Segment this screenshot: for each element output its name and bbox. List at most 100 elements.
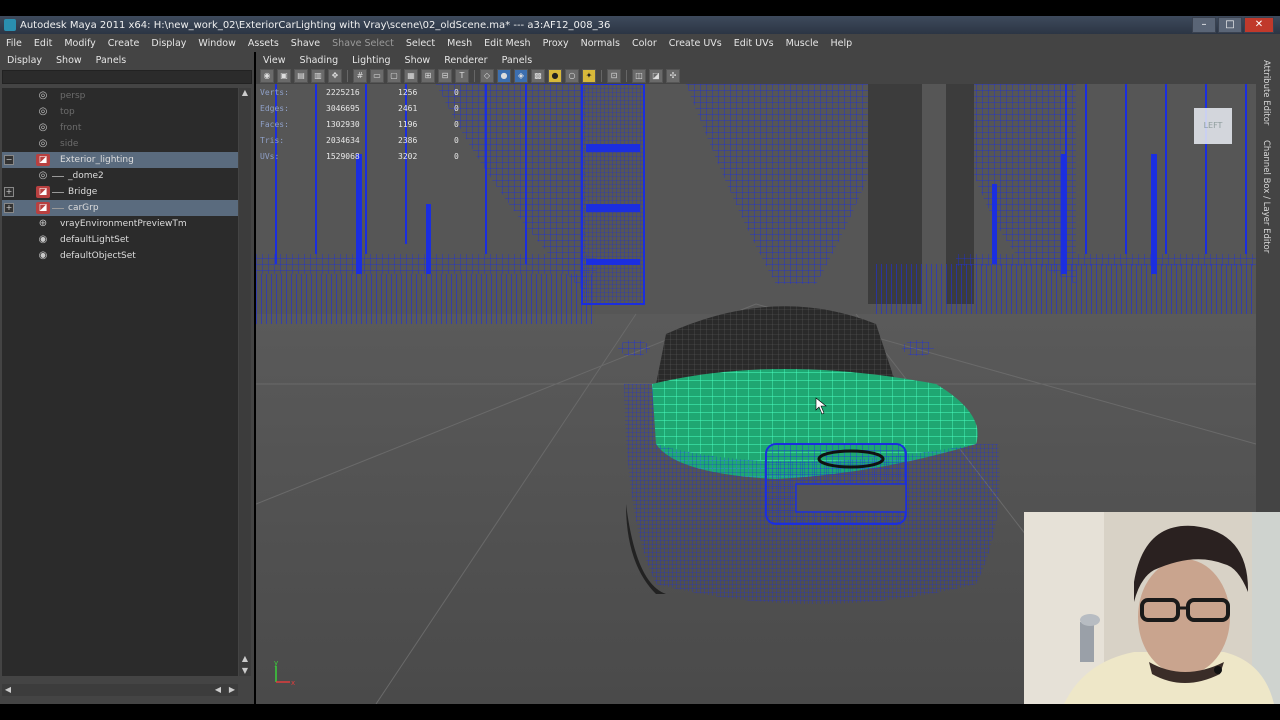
- hud-value: 1302930: [326, 119, 360, 129]
- xray-icon[interactable]: ◫: [632, 69, 646, 83]
- menu-assets[interactable]: Assets: [242, 38, 285, 49]
- image-plane-icon[interactable]: ▥: [311, 69, 325, 83]
- menu-select[interactable]: Select: [400, 38, 441, 49]
- viewport-menu-view[interactable]: View: [256, 55, 293, 66]
- view-cube[interactable]: LEFT: [1194, 108, 1232, 144]
- scroll-right-icon[interactable]: ▶: [226, 684, 238, 696]
- close-button[interactable]: ✕: [1244, 17, 1274, 33]
- viewport-menu-panels[interactable]: Panels: [495, 55, 540, 66]
- webcam-overlay: [1024, 512, 1280, 704]
- grid-icon[interactable]: #: [353, 69, 367, 83]
- menu-edit-mesh[interactable]: Edit Mesh: [478, 38, 536, 49]
- menu-file[interactable]: File: [0, 38, 28, 49]
- scroll-up-icon[interactable]: ▲: [239, 654, 251, 664]
- scroll-left-icon[interactable]: ◀: [212, 684, 224, 696]
- menu-create[interactable]: Create: [102, 38, 146, 49]
- expand-icon[interactable]: +: [4, 187, 14, 197]
- outliner-vertical-scrollbar[interactable]: ▲ ▲ ▼: [239, 88, 251, 676]
- menu-proxy[interactable]: Proxy: [537, 38, 575, 49]
- use-all-lights-icon[interactable]: ●: [548, 69, 562, 83]
- outliner-item[interactable]: ◉ defaultObjectSet: [2, 248, 238, 264]
- scroll-up-icon[interactable]: ▲: [239, 88, 251, 98]
- outliner-horizontal-scrollbar[interactable]: ◀ ◀ ▶: [2, 684, 238, 696]
- menu-edit[interactable]: Edit: [28, 38, 58, 49]
- outliner-item[interactable]: ◎ front: [2, 120, 238, 136]
- outliner-item[interactable]: − ◪ Exterior_lighting: [2, 152, 238, 168]
- attribute-editor-tab[interactable]: Attribute Editor: [1261, 60, 1271, 125]
- safe-title-icon[interactable]: T: [455, 69, 469, 83]
- outliner-item-label: persp: [60, 91, 86, 101]
- menu-normals[interactable]: Normals: [575, 38, 626, 49]
- viewport-menu-renderer[interactable]: Renderer: [437, 55, 494, 66]
- scroll-left-icon[interactable]: ◀: [2, 684, 14, 696]
- select-camera-icon[interactable]: ◉: [260, 69, 274, 83]
- outliner-menu-display[interactable]: Display: [0, 55, 49, 66]
- outliner-item[interactable]: ◎ _dome2: [2, 168, 238, 184]
- menu-edit-uvs[interactable]: Edit UVs: [728, 38, 780, 49]
- hud-label: Faces:: [260, 119, 289, 129]
- outliner-item-label: side: [60, 139, 79, 149]
- viewport-menu-show[interactable]: Show: [398, 55, 438, 66]
- scroll-down-icon[interactable]: ▼: [239, 666, 251, 676]
- safe-action-icon[interactable]: ⊟: [438, 69, 452, 83]
- outliner-item[interactable]: ◎ persp: [2, 88, 238, 104]
- tree-connector: [52, 192, 64, 193]
- viewport-menu-lighting[interactable]: Lighting: [345, 55, 397, 66]
- menu-create-uvs[interactable]: Create UVs: [663, 38, 728, 49]
- outliner-item[interactable]: ◉ defaultLightSet: [2, 232, 238, 248]
- menu-modify[interactable]: Modify: [58, 38, 101, 49]
- railing-left: [256, 274, 596, 324]
- camera-attributes-icon[interactable]: ▣: [277, 69, 291, 83]
- smooth-shade-icon[interactable]: ●: [497, 69, 511, 83]
- menu-muscle[interactable]: Muscle: [780, 38, 825, 49]
- outliner-filter-field[interactable]: [2, 70, 252, 84]
- menu-help[interactable]: Help: [824, 38, 858, 49]
- field-chart-icon[interactable]: ⊞: [421, 69, 435, 83]
- maximize-button[interactable]: □: [1218, 17, 1242, 33]
- outliner-item-label: vrayEnvironmentPreviewTm: [60, 219, 187, 229]
- gate-mask-icon[interactable]: ▦: [404, 69, 418, 83]
- main-menubar: File Edit Modify Create Display Window A…: [0, 34, 1280, 52]
- hud-row: Edges: 3046695 2461 0: [260, 100, 474, 116]
- outliner-item[interactable]: ◎ top: [2, 104, 238, 120]
- channel-box-tab[interactable]: Channel Box / Layer Editor: [1261, 140, 1271, 253]
- isolate-select-icon[interactable]: ⊡: [607, 69, 621, 83]
- high-quality-icon[interactable]: ✣: [666, 69, 680, 83]
- film-gate-icon[interactable]: ▭: [370, 69, 384, 83]
- outliner-menu-show[interactable]: Show: [49, 55, 89, 66]
- window-title: Autodesk Maya 2011 x64: H:\new_work_02\E…: [20, 19, 611, 31]
- letterbox-top: [0, 0, 1280, 16]
- wireframe-icon[interactable]: ◇: [480, 69, 494, 83]
- outliner-menu-panels[interactable]: Panels: [89, 55, 134, 66]
- menu-display[interactable]: Display: [145, 38, 192, 49]
- toolbar-separator: [474, 70, 475, 82]
- textured-icon[interactable]: ▩: [531, 69, 545, 83]
- menu-window[interactable]: Window: [192, 38, 241, 49]
- outliner-item[interactable]: + ◪ Bridge: [2, 184, 238, 200]
- menu-shave-select[interactable]: Shave Select: [326, 38, 400, 49]
- hud-value: 0: [454, 135, 459, 145]
- presenter-video-image: [1024, 512, 1280, 704]
- bookmark-icon[interactable]: ▤: [294, 69, 308, 83]
- outliner-item[interactable]: ◎ side: [2, 136, 238, 152]
- menu-shave[interactable]: Shave: [285, 38, 326, 49]
- backface-culling-icon[interactable]: ◪: [649, 69, 663, 83]
- toolbar-separator: [601, 70, 602, 82]
- wireframe-on-shaded-icon[interactable]: ◈: [514, 69, 528, 83]
- default-light-icon[interactable]: ✦: [582, 69, 596, 83]
- outliner-item[interactable]: ⊕ vrayEnvironmentPreviewTm: [2, 216, 238, 232]
- menu-mesh[interactable]: Mesh: [441, 38, 478, 49]
- viewport-menubar: View Shading Lighting Show Renderer Pane…: [256, 52, 1256, 68]
- collapse-icon[interactable]: −: [4, 155, 14, 165]
- shadows-icon[interactable]: ○: [565, 69, 579, 83]
- expand-icon[interactable]: +: [4, 203, 14, 213]
- two-d-pan-icon[interactable]: ✥: [328, 69, 342, 83]
- resolution-gate-icon[interactable]: ▢: [387, 69, 401, 83]
- camera-icon: ◎: [38, 122, 48, 133]
- hud-value: 3046695: [326, 103, 360, 113]
- viewport-menu-shading[interactable]: Shading: [293, 55, 346, 66]
- outliner-item[interactable]: + ◪ carGrp: [2, 200, 238, 216]
- hud-value: 1529068: [326, 151, 360, 161]
- minimize-button[interactable]: –: [1192, 17, 1216, 33]
- menu-color[interactable]: Color: [626, 38, 663, 49]
